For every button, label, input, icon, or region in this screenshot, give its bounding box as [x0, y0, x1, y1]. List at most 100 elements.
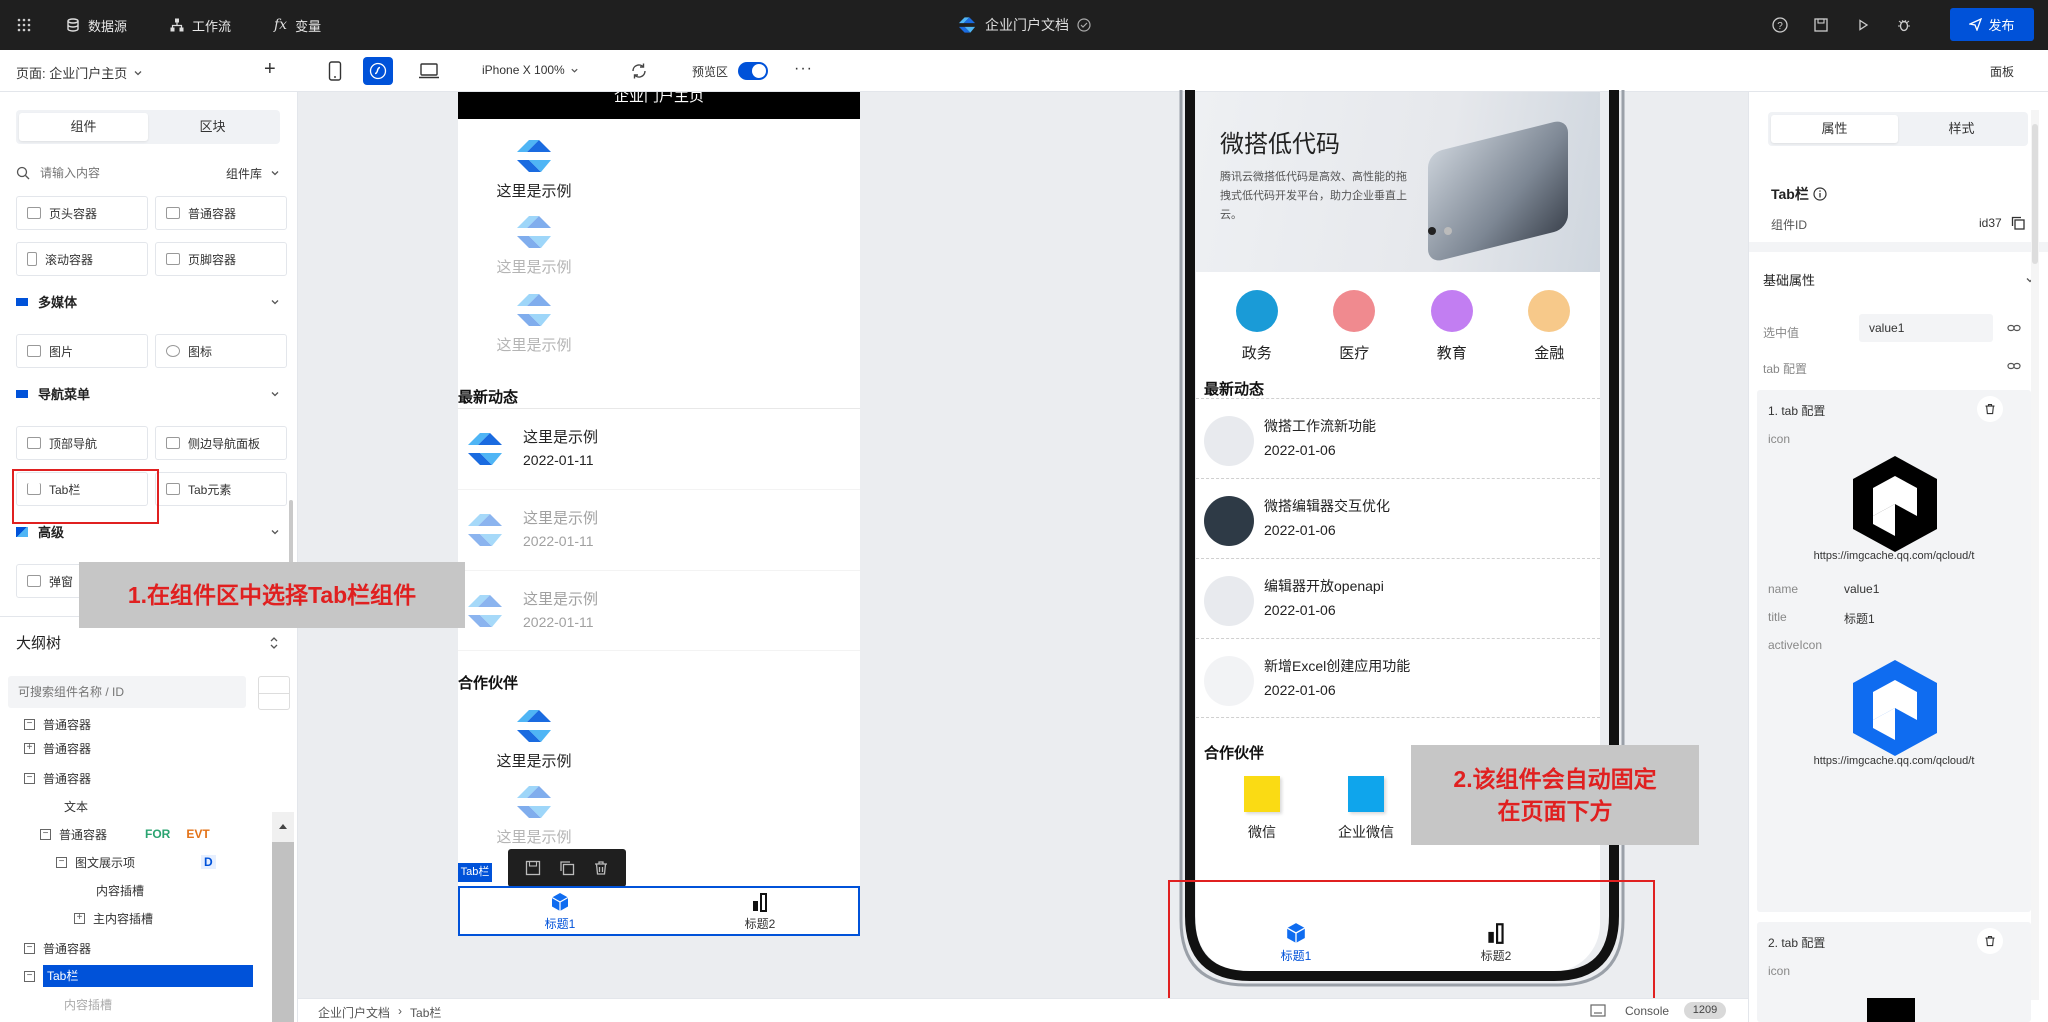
title-value[interactable]: 标题1: [1844, 610, 1875, 627]
tree-node[interactable]: + 主内容插槽: [74, 904, 153, 932]
console-button[interactable]: Console: [1625, 1004, 1669, 1018]
canvas-tab-1[interactable]: 标题1: [510, 892, 610, 932]
add-page-icon[interactable]: +: [264, 58, 276, 80]
tab-blocks[interactable]: 区块: [148, 113, 277, 141]
component-image[interactable]: 图片: [16, 334, 148, 368]
example-item[interactable]: 这里是示例: [494, 214, 574, 277]
help-icon[interactable]: ?: [1770, 15, 1790, 35]
cube-outline-icon[interactable]: [1867, 998, 1915, 1022]
nav-workflow[interactable]: 工作流: [170, 0, 231, 50]
tree-node[interactable]: − 普通容器: [24, 934, 91, 962]
component-normal-container[interactable]: 普通容器: [155, 196, 287, 230]
outline-search-input[interactable]: [8, 676, 246, 708]
tree-node[interactable]: 内容插槽: [64, 990, 112, 1018]
for-badge: FOR: [145, 827, 171, 841]
partner-item[interactable]: 这里是示例: [494, 708, 574, 771]
publish-button[interactable]: 发布: [1950, 8, 2034, 41]
debug-icon[interactable]: [1894, 15, 1914, 35]
save-icon[interactable]: [1811, 15, 1831, 35]
bind-link-icon[interactable]: [2007, 360, 2021, 372]
tree-node[interactable]: 内容插槽: [96, 876, 144, 904]
info-icon[interactable]: [1813, 187, 1827, 201]
bind-link-icon[interactable]: [2007, 322, 2021, 334]
collapse-icon[interactable]: −: [40, 828, 51, 840]
play-icon[interactable]: [1853, 15, 1873, 35]
group-advanced[interactable]: 高级: [16, 522, 280, 541]
news-item[interactable]: 这里是示例 2022-01-11: [458, 570, 860, 651]
component-side-nav[interactable]: 侧边导航面板: [155, 426, 287, 460]
tab-styles[interactable]: 样式: [1898, 115, 2025, 143]
tree-node-selected[interactable]: − Tab栏: [24, 962, 254, 990]
tree-node[interactable]: − 普通容器: [24, 764, 91, 792]
breadcrumb-item[interactable]: 企业门户文档: [318, 1004, 390, 1021]
nav-variables[interactable]: fx 变量: [274, 0, 321, 50]
copy-icon[interactable]: [2011, 216, 2025, 230]
expand-icon[interactable]: +: [24, 742, 35, 754]
group-media[interactable]: 多媒体: [16, 292, 280, 311]
nav-datasource[interactable]: 数据源: [66, 0, 127, 50]
search-input[interactable]: [40, 166, 180, 180]
expand-collapse-icon[interactable]: [268, 636, 280, 650]
section-basic-header[interactable]: 基础属性: [1763, 270, 2035, 289]
news-item[interactable]: 这里是示例 2022-01-11: [458, 489, 860, 570]
expand-icon[interactable]: +: [74, 912, 85, 924]
example-item[interactable]: 这里是示例: [494, 138, 574, 201]
component-icon[interactable]: 图标: [155, 334, 287, 368]
collapse-icon[interactable]: −: [56, 856, 67, 868]
delete-config-button[interactable]: [1977, 396, 2003, 422]
panel-toggle[interactable]: 面板: [1990, 63, 2014, 80]
tree-node[interactable]: 文本: [64, 792, 88, 820]
keyboard-icon[interactable]: [1590, 1004, 1606, 1017]
component-label: 普通容器: [188, 206, 237, 221]
group-nav[interactable]: 导航菜单: [16, 384, 280, 403]
page-selector[interactable]: 页面: 企业门户主页: [16, 63, 143, 82]
example-label: 这里是示例: [496, 259, 572, 276]
scroll-up-icon[interactable]: [278, 822, 288, 830]
component-scroll-container[interactable]: 滚动容器: [16, 242, 148, 276]
tree-node[interactable]: − 图文展示项 D: [56, 848, 256, 876]
chevron-down-icon: [271, 529, 279, 534]
collapse-icon[interactable]: −: [24, 942, 35, 954]
outline-stepper[interactable]: [258, 676, 290, 710]
device-select[interactable]: iPhone X 100%: [482, 63, 579, 77]
delete-icon[interactable]: [593, 860, 609, 876]
apps-grid-icon[interactable]: [16, 0, 32, 50]
database-icon: [67, 18, 79, 32]
component-header-container[interactable]: 页头容器: [16, 196, 148, 230]
miniprogram-device-icon[interactable]: [363, 57, 393, 85]
status-bar: 企业门户文档 › Tab栏 Console 1209: [298, 998, 1748, 1022]
outline-scrollbar[interactable]: [272, 812, 294, 1022]
tab-properties[interactable]: 属性: [1771, 115, 1898, 143]
library-select[interactable]: 组件库: [226, 165, 262, 182]
example-item[interactable]: 这里是示例: [494, 292, 574, 355]
desktop-device-icon[interactable]: [418, 63, 440, 82]
collapse-icon[interactable]: −: [24, 718, 35, 730]
breadcrumb-item[interactable]: Tab栏: [410, 1004, 441, 1021]
collapse-icon[interactable]: −: [24, 772, 35, 784]
collapse-icon[interactable]: −: [24, 970, 35, 982]
delete-config-button[interactable]: [1977, 928, 2003, 954]
more-icon[interactable]: ···: [794, 60, 813, 78]
name-value[interactable]: value1: [1844, 582, 1879, 596]
component-footer-container[interactable]: 页脚容器: [155, 242, 287, 276]
mobile-device-icon[interactable]: [328, 61, 342, 84]
save-icon[interactable]: [525, 860, 541, 876]
copy-icon[interactable]: [559, 860, 575, 876]
tree-node[interactable]: − 普通容器 FOR EVT: [40, 820, 260, 848]
canvas-tab-2[interactable]: 标题2: [710, 892, 810, 932]
delete-icon: [1985, 935, 1995, 947]
property-scrollbar[interactable]: [2031, 110, 2039, 1000]
tab-components[interactable]: 组件: [19, 113, 148, 141]
preview-toggle[interactable]: [738, 62, 768, 80]
cube-active-icon[interactable]: [1845, 656, 1945, 760]
selected-value-input[interactable]: value1: [1859, 314, 1993, 342]
partner-item[interactable]: 这里是示例: [494, 784, 574, 847]
component-tab-element[interactable]: Tab元素: [155, 472, 287, 506]
refresh-icon[interactable]: [630, 62, 648, 83]
outline-title: 大纲树: [16, 635, 62, 652]
news-item[interactable]: 这里是示例 2022-01-11: [458, 408, 860, 489]
cube-outline-icon[interactable]: [1845, 452, 1945, 556]
tree-node[interactable]: + 普通容器: [24, 734, 91, 762]
component-top-nav[interactable]: 顶部导航: [16, 426, 148, 460]
canvas-tab-bar[interactable]: 标题1 标题2: [458, 886, 860, 936]
